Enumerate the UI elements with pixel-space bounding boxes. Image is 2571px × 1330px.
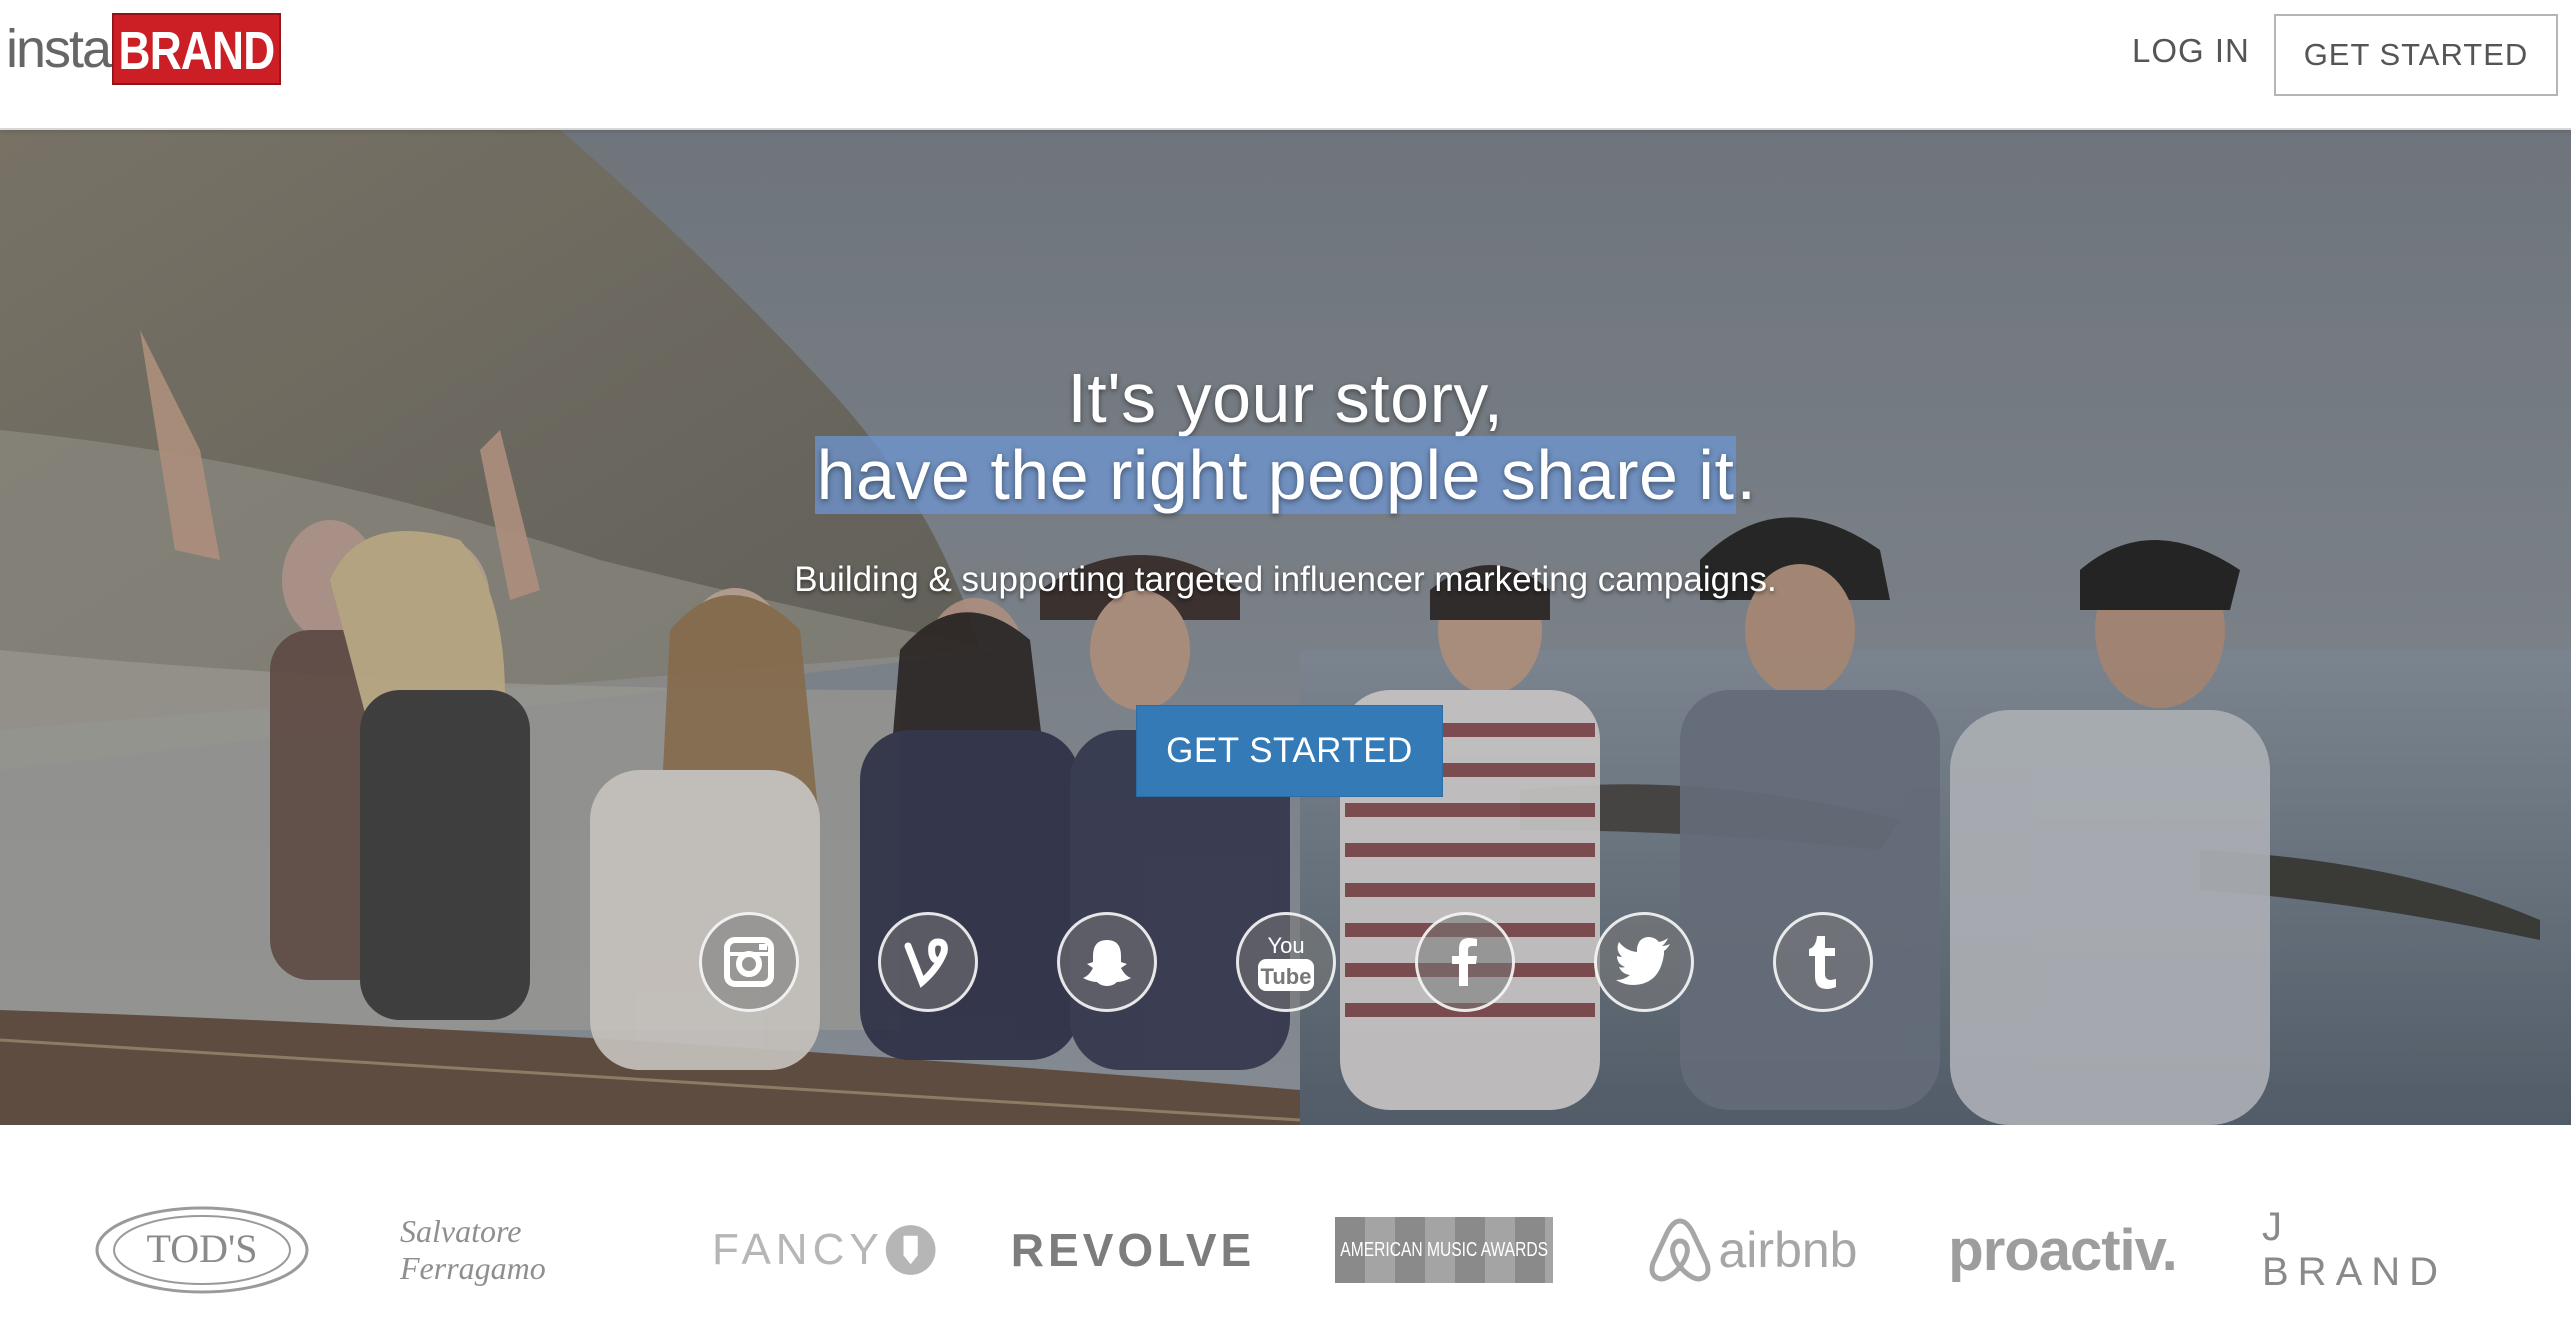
hero-subheadline: Building & supporting targeted influence… xyxy=(794,560,1777,599)
ferragamo-logo: Salvatore Ferragamo xyxy=(400,1213,546,1286)
social-icons-row: You Tube xyxy=(0,912,2571,1018)
instagram-icon[interactable] xyxy=(699,912,799,1012)
ama-logo: AMERICAN MUSIC AWARDS xyxy=(1335,1215,1553,1285)
proactiv-logo: proactiv. xyxy=(1948,1217,2177,1283)
instabrand-logo[interactable]: insta BRAND xyxy=(6,13,318,85)
headline-selected-text: have the right people share it xyxy=(814,436,1737,514)
youtube-icon-text-top: You xyxy=(1267,933,1304,958)
tumblr-icon[interactable] xyxy=(1773,912,1873,1012)
logo-insta-text: insta xyxy=(6,19,112,79)
fancy-logo: FANCY xyxy=(712,1215,937,1285)
tods-logo-text: TOD'S xyxy=(147,1226,258,1271)
revolve-logo: REVOLVE xyxy=(1010,1224,1256,1276)
logo-brand-text: BRAND xyxy=(112,13,281,85)
header-get-started-button[interactable]: GET STARTED xyxy=(2274,14,2558,96)
youtube-icon[interactable]: You Tube xyxy=(1236,912,1336,1012)
brand-logos-strip: TOD'S Salvatore Ferragamo FANCY REVOLVE … xyxy=(0,1125,2571,1330)
youtube-icon-text-bottom: Tube xyxy=(1261,964,1312,989)
hero-section: It's your story, have the right people s… xyxy=(0,130,2571,1125)
headline-line-1: It's your story, xyxy=(1067,359,1504,437)
tods-logo: TOD'S xyxy=(92,1206,312,1294)
hero-get-started-button[interactable]: GET STARTED xyxy=(1136,705,1443,797)
airbnb-logo: airbnb xyxy=(1642,1215,1862,1285)
facebook-icon[interactable] xyxy=(1415,912,1515,1012)
airbnb-logo-text: airbnb xyxy=(1718,1222,1858,1278)
airbnb-belo-icon xyxy=(1649,1218,1710,1282)
fancy-tag-icon xyxy=(885,1225,936,1275)
twitter-icon[interactable] xyxy=(1594,912,1694,1012)
site-header: insta BRAND LOG IN GET STARTED xyxy=(0,0,2571,130)
snapchat-icon[interactable] xyxy=(1057,912,1157,1012)
vine-icon[interactable] xyxy=(878,912,978,1012)
headline-line-2: have the right people share it. xyxy=(0,435,2571,515)
jbrand-logo: J BRAND xyxy=(2262,1205,2448,1294)
fancy-logo-text: FANCY xyxy=(712,1225,884,1274)
headline-period: . xyxy=(1736,436,1757,514)
login-link[interactable]: LOG IN xyxy=(2132,32,2250,70)
ama-logo-text: AMERICAN MUSIC AWARDS xyxy=(1340,1238,1548,1261)
